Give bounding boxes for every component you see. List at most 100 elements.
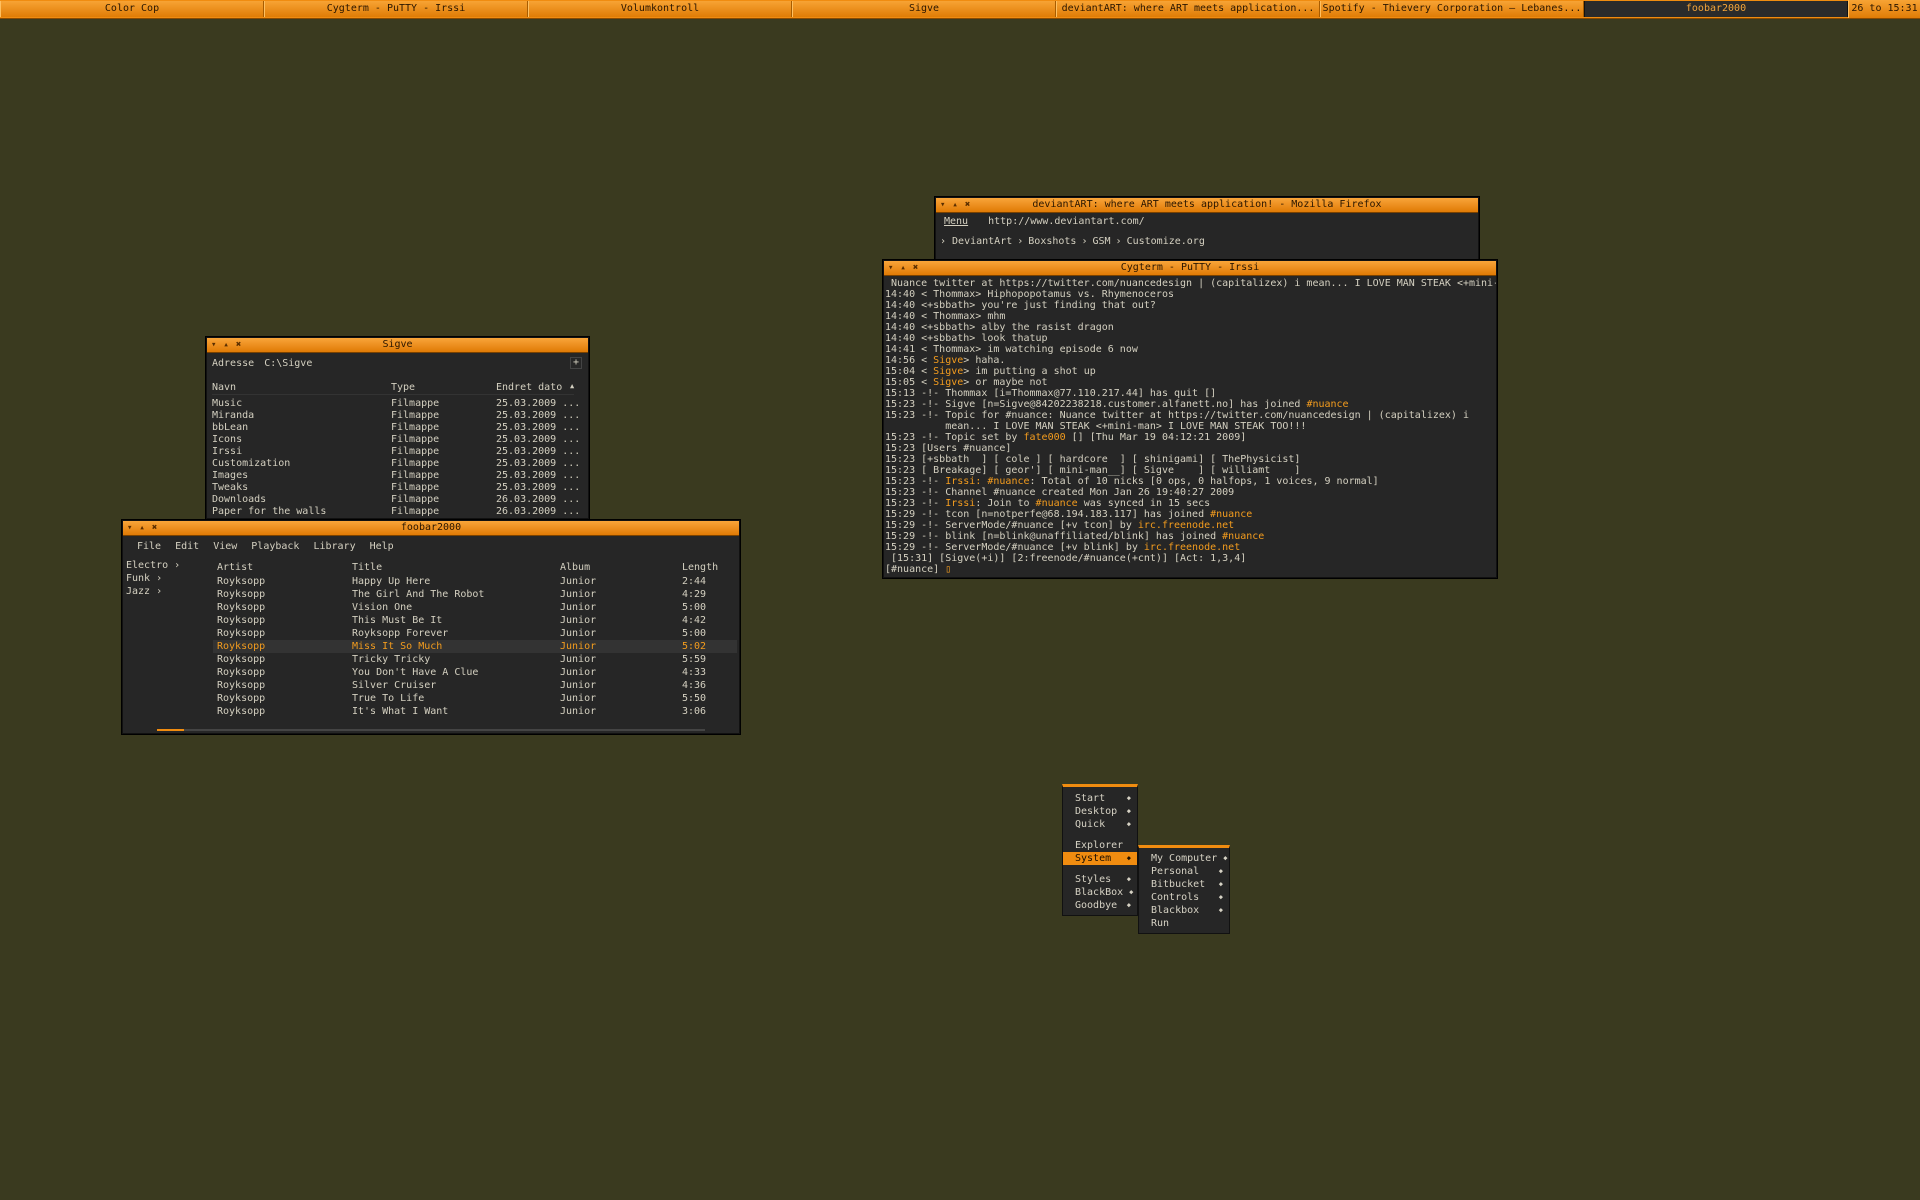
firefox-titlebar[interactable]: ▾ ▴ ✖ deviantART: where ART meets applic… xyxy=(936,198,1478,213)
seek-bar[interactable] xyxy=(157,729,705,731)
taskbar-button[interactable]: Volumkontroll xyxy=(528,1,792,17)
track-row[interactable]: Royksopp Miss It So Much Junior 5:02 xyxy=(213,640,737,653)
minimize-icon[interactable]: ▾ xyxy=(940,198,945,212)
taskbar-button[interactable]: foobar2000 xyxy=(1584,1,1848,17)
address-input[interactable]: C:\Sigve xyxy=(264,358,312,369)
menu-item[interactable]: Playback xyxy=(251,541,299,553)
irc-text: mean... I LOVE MAN STEAK <+mini-man> I L… xyxy=(885,421,1307,432)
file-row[interactable]: Irssi Filmappe 25.03.2009 ... xyxy=(212,446,584,458)
file-row[interactable]: Tweaks Filmappe 25.03.2009 ... xyxy=(212,482,584,494)
menu-item[interactable]: Styles ◆ xyxy=(1063,873,1137,886)
maximize-icon[interactable]: ▴ xyxy=(952,198,957,212)
bookmark-link[interactable]: DeviantArt xyxy=(952,236,1012,247)
file-row[interactable]: Images Filmappe 25.03.2009 ... xyxy=(212,470,584,482)
menu-item[interactable]: Bitbucket ◆ xyxy=(1139,878,1229,891)
file-date: 25.03.2009 ... xyxy=(496,470,581,481)
minimize-icon[interactable]: ▾ xyxy=(127,521,132,535)
column-header-name[interactable]: Navn xyxy=(212,382,236,393)
genre-item[interactable]: Electro › xyxy=(126,559,192,572)
close-icon[interactable]: ✖ xyxy=(152,521,157,535)
track-row[interactable]: Royksopp It's What I Want Junior 3:06 xyxy=(213,705,737,718)
bookmarks-bar: › DeviantArt › Boxshots › GSM › Customize.org xyxy=(940,235,1205,249)
irc-text: 15:23 -!- Sigve [n=Sigve@84202238218.cus… xyxy=(885,399,1307,410)
close-icon[interactable]: ✖ xyxy=(965,198,970,212)
bookmark-link[interactable]: GSM xyxy=(1092,236,1110,247)
firefox-menu-button[interactable]: Menu xyxy=(944,216,968,227)
bookmark-link[interactable]: Boxshots xyxy=(1028,236,1076,247)
taskbar-button[interactable]: deviantART: where ART meets application.… xyxy=(1056,1,1320,17)
irssi-titlebar[interactable]: ▾ ▴ ✖ Cygterm - PuTTY - Irssi xyxy=(884,261,1496,276)
bookmark-link[interactable]: Customize.org xyxy=(1127,236,1205,247)
genre-item[interactable]: Funk › xyxy=(126,572,192,585)
irc-line: 15:23 -!- Irssi: Join to #nuance was syn… xyxy=(885,498,1496,509)
minimize-icon[interactable]: ▾ xyxy=(888,261,893,275)
menu-item[interactable]: System ◆ xyxy=(1063,852,1137,865)
track-row[interactable]: Royksopp Tricky Tricky Junior 5:59 xyxy=(213,653,737,666)
column-header-length[interactable]: Length xyxy=(682,562,718,574)
file-row[interactable]: Music Filmappe 25.03.2009 ... xyxy=(212,398,584,410)
menu-item[interactable]: Goodbye ◆ xyxy=(1063,899,1137,912)
file-name: Miranda xyxy=(212,410,255,421)
menu-item[interactable]: Controls ◆ xyxy=(1139,891,1229,904)
track-album: Junior xyxy=(560,628,597,639)
taskbar-button[interactable]: Cygterm - PuTTY - Irssi xyxy=(264,1,528,17)
taskbar-button[interactable]: Spotify - Thievery Corporation – Lebanes… xyxy=(1320,1,1584,17)
column-header-date[interactable]: Endret dato xyxy=(496,382,562,393)
column-header-title[interactable]: Title xyxy=(352,562,382,574)
track-row[interactable]: Royksopp You Don't Have A Clue Junior 4:33 xyxy=(213,666,737,679)
maximize-icon[interactable]: ▴ xyxy=(139,521,144,535)
submenu-arrow-icon: ◆ xyxy=(1218,867,1223,875)
irc-text: 15:29 -!- tcon [n=notperfe@68.194.183.11… xyxy=(885,509,1211,520)
menu-item[interactable]: Quick ◆ xyxy=(1063,818,1137,831)
track-title: Silver Cruiser xyxy=(352,680,437,691)
menu-item[interactable]: Run xyxy=(1139,917,1229,930)
menu-item[interactable]: Start ◆ xyxy=(1063,792,1137,805)
menu-item[interactable]: File xyxy=(137,541,161,553)
track-title: Vision One xyxy=(352,602,413,613)
menu-item[interactable]: Personal ◆ xyxy=(1139,865,1229,878)
genre-item[interactable]: Jazz › xyxy=(126,585,192,598)
menu-item[interactable]: Library xyxy=(313,541,355,553)
file-row[interactable]: Miranda Filmappe 25.03.2009 ... xyxy=(212,410,584,422)
track-title: True To Life xyxy=(352,693,425,704)
window-title: deviantART: where ART meets application!… xyxy=(1032,199,1382,210)
irc-line: 15:23 -!- Topic for #nuance: Nuance twit… xyxy=(885,410,1496,421)
go-button[interactable]: + xyxy=(569,357,582,369)
foobar-titlebar[interactable]: ▾ ▴ ✖ foobar2000 xyxy=(123,521,739,536)
track-row[interactable]: Royksopp Silver Cruiser Junior 4:36 xyxy=(213,679,737,692)
track-row[interactable]: Royksopp Happy Up Here Junior 2:44 xyxy=(213,575,737,588)
address-label: Adresse xyxy=(212,358,255,369)
file-row[interactable]: Icons Filmappe 25.03.2009 ... xyxy=(212,434,584,446)
menu-item[interactable]: Edit xyxy=(175,541,199,553)
file-row[interactable]: Customization Filmappe 25.03.2009 ... xyxy=(212,458,584,470)
column-header-album[interactable]: Album xyxy=(560,562,590,574)
track-row[interactable]: Royksopp Vision One Junior 5:00 xyxy=(213,601,737,614)
explorer-titlebar[interactable]: ▾ ▴ ✖ Sigve xyxy=(207,338,588,353)
close-icon[interactable]: ✖ xyxy=(913,261,918,275)
menu-item[interactable]: Help xyxy=(370,541,394,553)
column-header-type[interactable]: Type xyxy=(391,382,415,393)
menu-item[interactable]: Desktop ◆ xyxy=(1063,805,1137,818)
minimize-icon[interactable]: ▾ xyxy=(211,338,216,352)
track-row[interactable]: Royksopp This Must Be It Junior 4:42 xyxy=(213,614,737,627)
maximize-icon[interactable]: ▴ xyxy=(900,261,905,275)
taskbar-button[interactable]: Color Cop xyxy=(0,1,264,17)
track-row[interactable]: Royksopp True To Life Junior 5:50 xyxy=(213,692,737,705)
taskbar-button[interactable]: Sigve xyxy=(792,1,1056,17)
menu-item[interactable]: Blackbox ◆ xyxy=(1139,904,1229,917)
submenu-arrow-icon: ◆ xyxy=(1126,820,1131,828)
file-row[interactable]: bbLean Filmappe 25.03.2009 ... xyxy=(212,422,584,434)
menu-item[interactable]: View xyxy=(213,541,237,553)
close-icon[interactable]: ✖ xyxy=(236,338,241,352)
track-row[interactable]: Royksopp Royksopp Forever Junior 5:00 xyxy=(213,627,737,640)
maximize-icon[interactable]: ▴ xyxy=(223,338,228,352)
track-row[interactable]: Royksopp The Girl And The Robot Junior 4:29 xyxy=(213,588,737,601)
url-bar[interactable]: http://www.deviantart.com/ xyxy=(988,216,1145,227)
menu-item[interactable]: BlackBox ◆ xyxy=(1063,886,1137,899)
irssi-terminal[interactable]: Nuance twitter at https://twitter.com/nu… xyxy=(884,278,1496,577)
menu-item[interactable]: Explorer xyxy=(1063,839,1137,852)
file-row[interactable]: Downloads Filmappe 26.03.2009 ... xyxy=(212,494,584,506)
column-header-artist[interactable]: Artist xyxy=(217,562,253,574)
menu-item[interactable]: My Computer ◆ xyxy=(1139,852,1229,865)
file-row[interactable]: Paper for the walls Filmappe 26.03.2009 ..… xyxy=(212,506,584,518)
